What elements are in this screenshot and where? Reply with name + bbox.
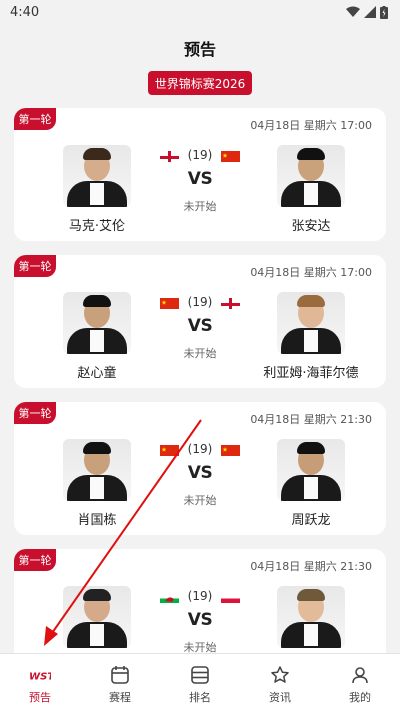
china-flag-icon <box>220 149 240 162</box>
seed-number: (19) <box>187 442 213 456</box>
player-name: 赵心童 <box>77 366 117 381</box>
player-name: 肖国栋 <box>77 513 117 528</box>
match-status: 未开始 <box>183 347 217 360</box>
vs-label: VS <box>187 169 213 189</box>
battery-icon <box>380 5 388 19</box>
player-name: 张安达 <box>291 219 331 234</box>
match-card[interactable]: 第一轮 04月18日 星期六 17:00 赵心童 (19) VS 未开始 利亚姆… <box>14 255 386 388</box>
player-avatar <box>277 586 345 648</box>
tab-schedule[interactable]: 赛程 <box>80 654 160 710</box>
player-name: 利亚姆·海菲尔德 <box>263 366 359 381</box>
player-avatar <box>63 292 131 354</box>
match-date: 04月18日 星期六 21:30 <box>250 560 372 573</box>
tab-preview[interactable]: WST 预告 <box>0 654 80 710</box>
player-avatar <box>63 145 131 207</box>
tab-label: 赛程 <box>109 691 131 704</box>
poland-flag-icon <box>220 590 240 603</box>
svg-text:WST: WST <box>29 672 51 682</box>
match-status: 未开始 <box>183 494 217 507</box>
match-card[interactable]: 第一轮 04月18日 星期六 21:30 肖国栋 (19) VS 未开始 周跃龙 <box>14 402 386 535</box>
northern-ireland-flag-icon <box>160 149 179 162</box>
match-card[interactable]: 第一轮 04月18日 星期六 17:00 马克·艾伦 (19) VS 未开始 张… <box>14 108 386 241</box>
tab-news[interactable]: 资讯 <box>240 654 320 710</box>
status-bar: 4:40 <box>0 0 400 24</box>
round-tag: 第一轮 <box>14 402 56 424</box>
seed-number: (19) <box>187 295 213 309</box>
match-date: 04月18日 星期六 17:00 <box>250 119 372 132</box>
seed-number: (19) <box>187 589 213 603</box>
star-icon <box>269 664 291 686</box>
tab-label: 预告 <box>29 691 51 704</box>
event-badge[interactable]: 世界锦标赛2026 <box>148 71 252 95</box>
tab-ranking[interactable]: 排名 <box>160 654 240 710</box>
status-time: 4:40 <box>10 4 40 20</box>
player-name: 马克·艾伦 <box>68 219 126 234</box>
player-avatar <box>277 439 345 501</box>
bottom-tab-bar: WST 预告 赛程 排名 资讯 我的 <box>0 653 400 710</box>
match-center: (19) VS 未开始 <box>160 294 240 361</box>
round-tag: 第一轮 <box>14 549 56 571</box>
player-right[interactable] <box>256 586 366 656</box>
china-flag-icon <box>160 443 179 456</box>
tab-label: 排名 <box>189 691 211 704</box>
round-tag: 第一轮 <box>14 108 56 130</box>
player-right[interactable]: 周跃龙 <box>256 439 366 528</box>
player-avatar <box>63 439 131 501</box>
status-icons <box>346 5 388 19</box>
wales-flag-icon <box>160 590 179 603</box>
ranking-icon <box>189 664 211 686</box>
player-left[interactable]: 赵心童 <box>42 292 152 381</box>
england-flag-icon <box>220 296 240 309</box>
player-avatar <box>63 586 131 648</box>
player-right[interactable]: 利亚姆·海菲尔德 <box>256 292 366 381</box>
vs-label: VS <box>187 463 213 483</box>
player-left[interactable]: 马克·艾伦 <box>42 145 152 234</box>
user-icon <box>349 664 371 686</box>
wifi-icon <box>346 6 360 17</box>
seed-number: (19) <box>187 148 213 162</box>
china-flag-icon <box>160 296 179 309</box>
player-name: 周跃龙 <box>291 513 331 528</box>
player-left[interactable]: 肖国栋 <box>42 439 152 528</box>
match-date: 04月18日 星期六 21:30 <box>250 413 372 426</box>
player-right[interactable]: 张安达 <box>256 145 366 234</box>
player-left[interactable] <box>42 586 152 656</box>
vs-label: VS <box>187 316 213 336</box>
match-center: (19) VS 未开始 <box>160 147 240 214</box>
match-center: (19) VS 未开始 <box>160 441 240 508</box>
match-status: 未开始 <box>183 200 217 213</box>
player-avatar <box>277 145 345 207</box>
match-center: (19) VS 未开始 <box>160 588 240 655</box>
tab-label: 资讯 <box>269 691 291 704</box>
round-tag: 第一轮 <box>14 255 56 277</box>
signal-icon <box>364 6 376 18</box>
page-title: 预告 <box>183 40 216 59</box>
match-date: 04月18日 星期六 17:00 <box>250 266 372 279</box>
wst-logo-icon: WST <box>29 664 51 686</box>
calendar-icon <box>109 664 131 686</box>
player-avatar <box>277 292 345 354</box>
vs-label: VS <box>187 610 213 630</box>
tab-label: 我的 <box>349 691 371 704</box>
china-flag-icon <box>220 443 240 456</box>
tab-profile[interactable]: 我的 <box>320 654 400 710</box>
